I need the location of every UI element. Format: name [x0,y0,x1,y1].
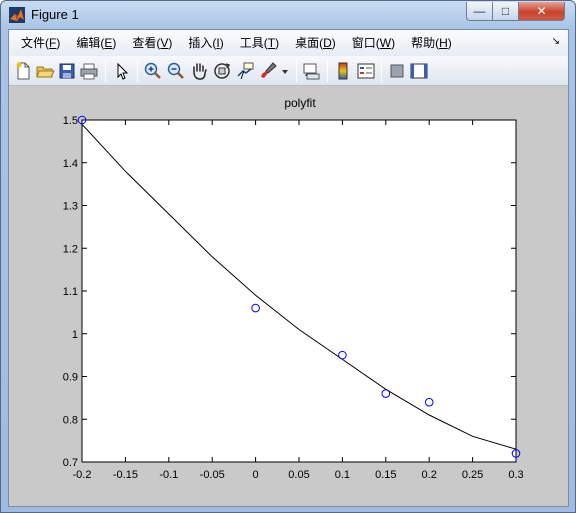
x-tick-label: 0.25 [462,469,483,481]
toolbar-separator [296,60,297,82]
title-bar[interactable]: Figure 1 — □ ✕ [1,1,575,29]
x-tick-label: 0.1 [335,469,350,481]
save-icon[interactable] [57,61,77,81]
menu-label: 文件( [21,36,49,50]
menu-label: 窗口( [351,36,380,50]
figure-client-area: 文件(F) 编辑(E) 查看(V) 插入(I) 工具(T) 桌面(D) 窗口(W… [8,29,569,507]
x-tick-label: 0.2 [422,469,437,481]
menu-overflow-icon[interactable]: ↘ [552,36,560,47]
close-button[interactable]: ✕ [519,2,565,21]
menu-mnemonic: D [323,36,332,50]
colorbar-icon[interactable] [333,61,353,81]
menu-label: 桌面( [295,36,324,50]
menu-mnemonic: T [267,36,276,50]
menu-tools[interactable]: 工具(T) [232,30,287,56]
menu-view[interactable]: 查看(V) [124,30,180,56]
menu-label-end: ) [168,36,173,50]
link-plot-icon[interactable] [301,61,321,81]
menu-label: 帮助( [411,36,440,50]
menu-label-end: ) [391,36,396,50]
menu-help[interactable]: 帮助(H) [403,30,460,56]
menu-file[interactable]: 文件(F) [13,30,68,56]
show-plot-tools-icon[interactable] [409,61,429,81]
x-tick-label: 0.05 [288,469,309,481]
menu-insert[interactable]: 插入(I) [180,30,231,56]
figure-canvas[interactable]: polyfit -0.2 -0.15 -0.1 -0.05 0 0.05 0.1 0.15 0.… [9,86,568,506]
zoom-out-icon[interactable] [166,61,186,81]
y-tick-label: 1 [72,329,78,341]
y-tick-label: 1.1 [63,286,78,298]
y-tick-label: 0.7 [63,457,78,469]
menu-edit[interactable]: 编辑(E) [68,30,124,56]
figure-window: Figure 1 — □ ✕ 文件(F) 编辑(E) 查看(V) 插入(I) 工… [0,0,576,513]
toolbar-separator [105,60,106,82]
toolbar-separator [327,60,328,82]
menu-window[interactable]: 窗口(W) [344,30,403,56]
close-icon: ✕ [536,4,547,18]
pan-hand-icon[interactable] [189,61,209,81]
menu-label: 插入( [188,36,217,50]
y-tick-label: 1.3 [63,201,78,213]
menu-label-end: ) [219,36,224,50]
brush-icon[interactable] [258,61,278,81]
hide-plot-tools-icon[interactable] [387,61,407,81]
menu-label-end: ) [275,36,280,50]
minimize-button[interactable]: — [466,2,493,21]
menu-bar: 文件(F) 编辑(E) 查看(V) 插入(I) 工具(T) 桌面(D) 窗口(W… [9,30,568,56]
rotate-3d-icon[interactable] [212,61,232,81]
x-tick-label: -0.15 [113,469,138,481]
pointer-icon[interactable] [112,61,132,81]
maximize-icon: □ [501,4,510,18]
open-file-icon[interactable] [35,61,55,81]
new-figure-icon[interactable] [13,61,33,81]
menu-label: 编辑( [76,36,105,50]
menu-mnemonic: H [439,36,448,50]
x-tick-label: 0 [253,469,259,481]
plot-svg[interactable]: polyfit -0.2 -0.15 -0.1 -0.05 0 0.05 0.1 0.15 0.… [9,86,568,506]
brush-dropdown-icon[interactable] [280,61,290,81]
axes-box[interactable] [81,119,517,463]
data-cursor-icon[interactable] [235,61,255,81]
menu-label-end: ) [331,36,336,50]
y-tick-label: 1.2 [63,243,78,255]
menu-label: 工具( [239,36,268,50]
chart-title: polyfit [284,96,316,110]
menu-label-end: ) [56,36,61,50]
maximize-button[interactable]: □ [493,2,519,21]
x-tick-label: -0.05 [200,469,225,481]
zoom-in-icon[interactable] [143,61,163,81]
x-tick-label: 0.15 [375,469,396,481]
print-icon[interactable] [79,61,99,81]
window-title: Figure 1 [31,7,79,22]
x-tick-label: -0.2 [73,469,92,481]
minimize-icon: — [473,4,486,18]
x-tick-label: -0.1 [159,469,178,481]
toolbar-separator [137,60,138,82]
y-tick-label: 0.8 [63,414,78,426]
legend-icon[interactable] [356,61,376,81]
toolbar-separator [381,60,382,82]
menu-label: 查看( [132,36,161,50]
menu-label-end: ) [112,36,117,50]
menu-desktop[interactable]: 桌面(D) [287,30,344,56]
matlab-logo-icon [9,7,25,23]
menu-mnemonic: W [379,36,392,50]
figure-toolbar [9,56,568,86]
menu-label-end: ) [447,36,452,50]
x-tick-label: 0.3 [508,469,523,481]
y-tick-label: 1.5 [63,115,78,127]
y-tick-label: 0.9 [63,372,78,384]
y-tick-label: 1.4 [63,158,78,170]
